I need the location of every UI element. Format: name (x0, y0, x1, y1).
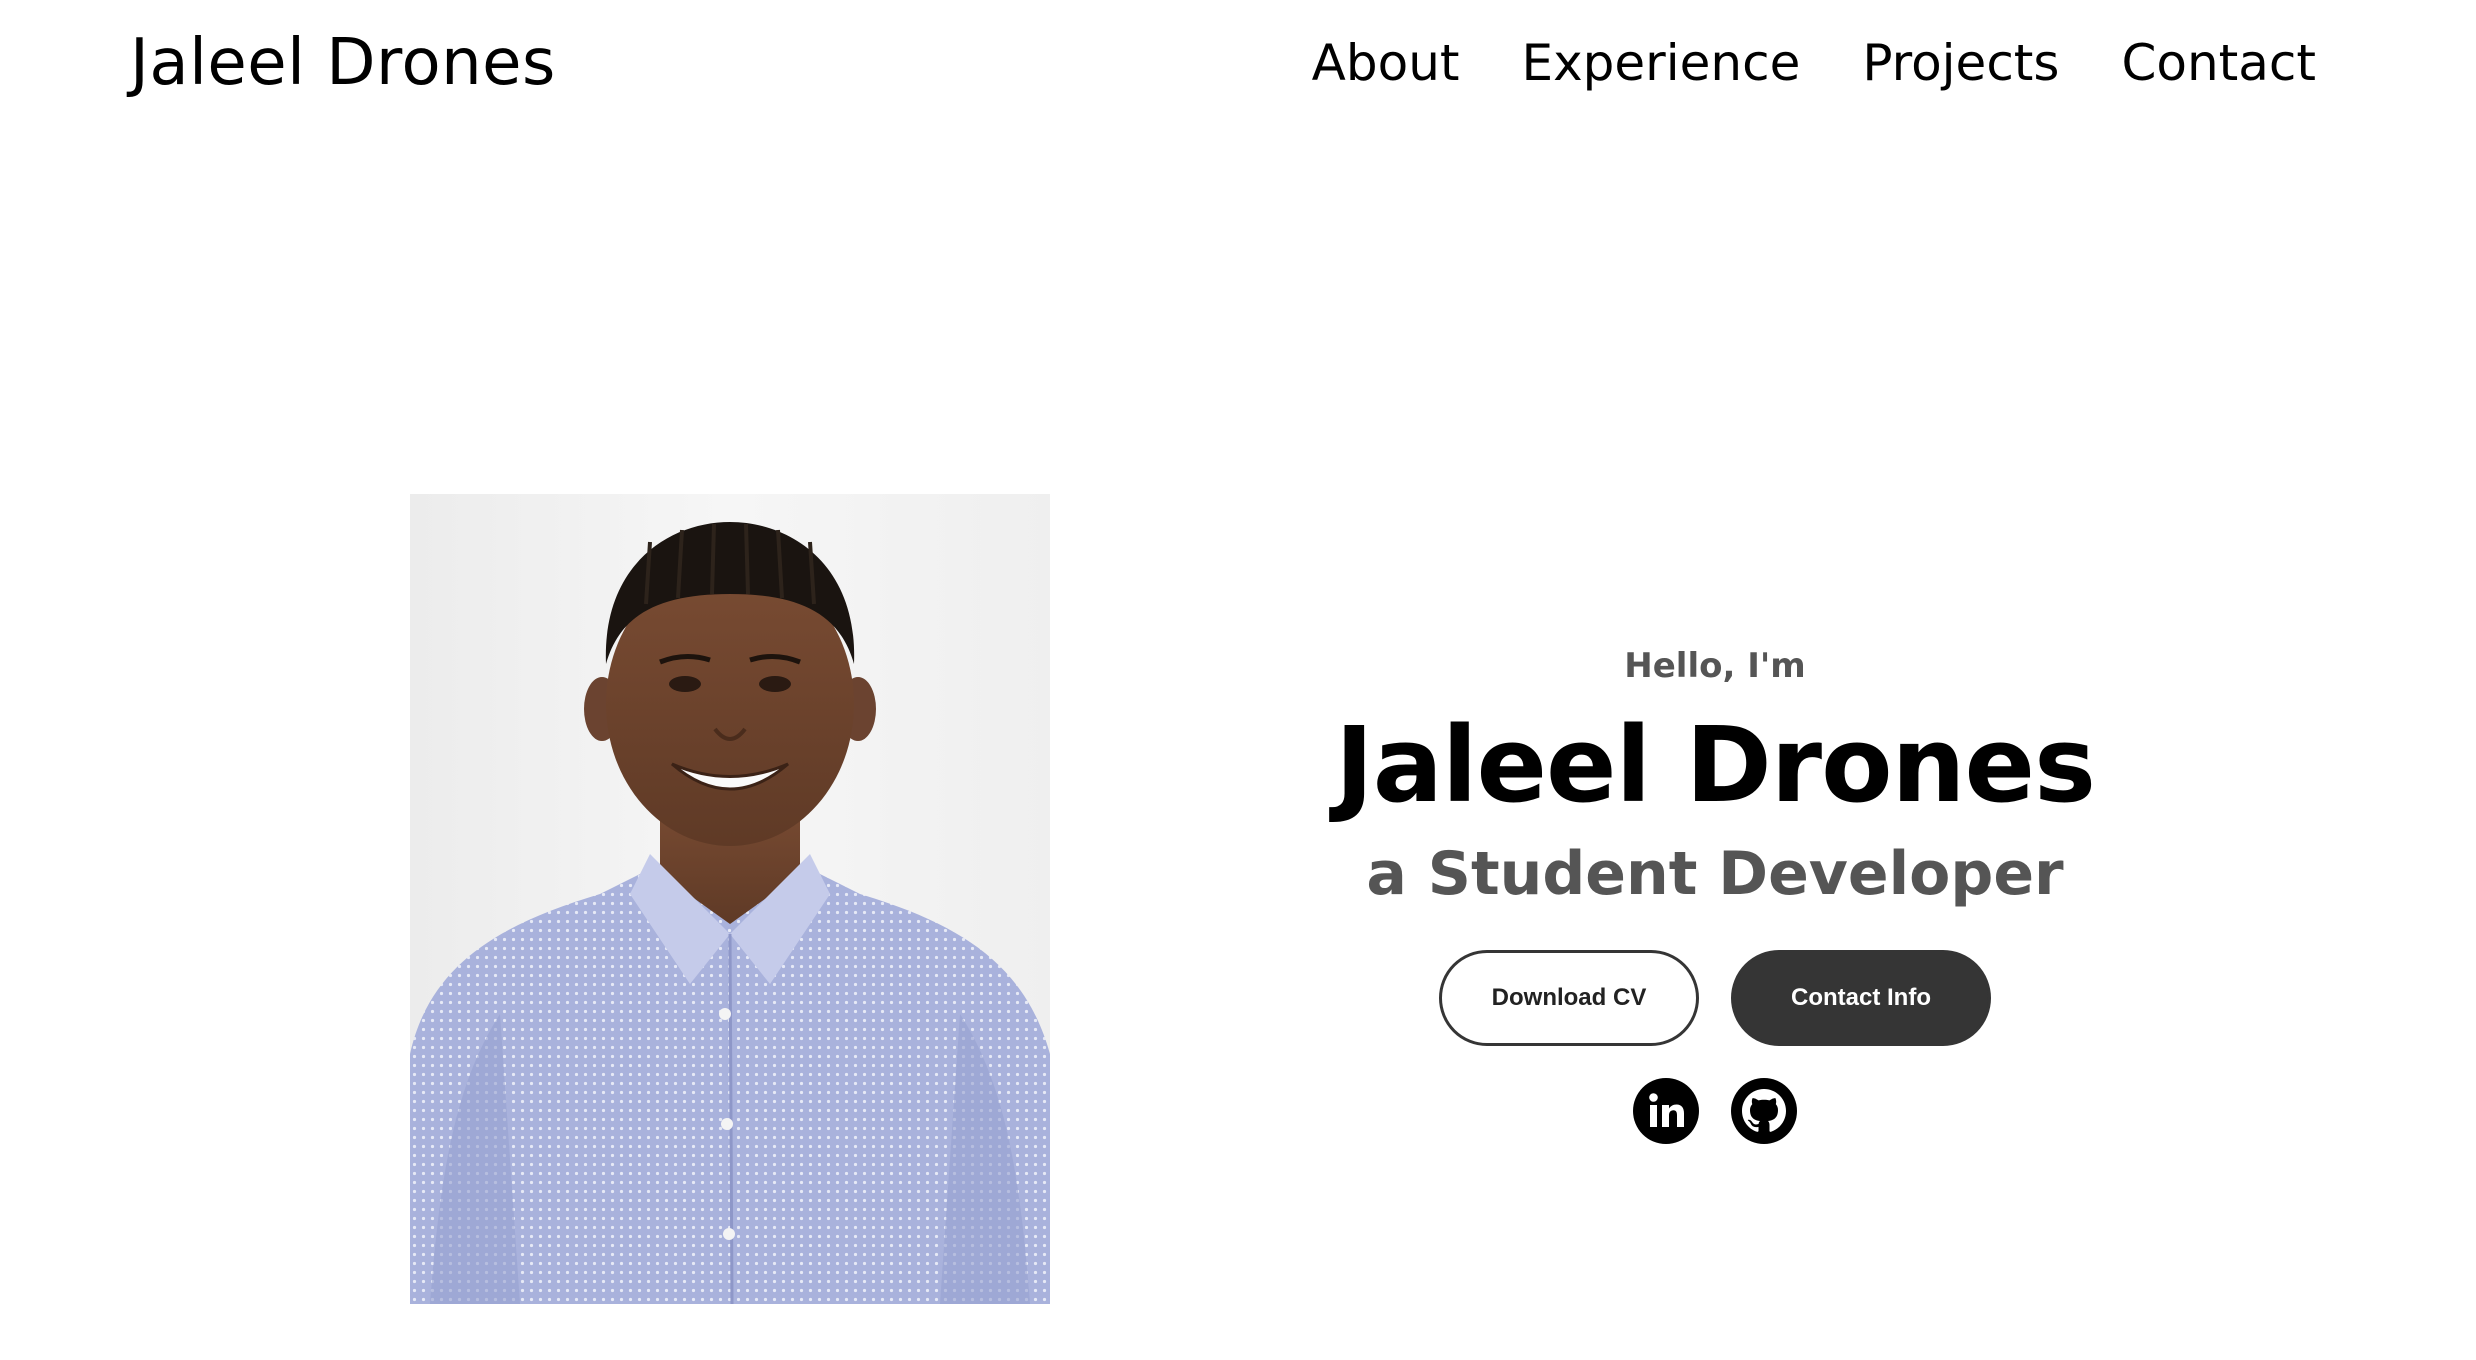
nav-link-about[interactable]: About (1312, 34, 1460, 92)
hero-buttons: Download CV Contact Info (1220, 950, 2210, 1046)
github-icon-graphic (1731, 1078, 1797, 1144)
nav-item-projects: Projects (1862, 34, 2059, 92)
linkedin-icon-graphic (1633, 1078, 1699, 1144)
nav-link-projects[interactable]: Projects (1862, 34, 2059, 92)
nav-item-about: About (1312, 34, 1460, 92)
profile-photo (410, 494, 1050, 1304)
nav-item-experience: Experience (1522, 34, 1801, 92)
profile-photo-illustration (410, 494, 1050, 1304)
nav-link-contact[interactable]: Contact (2121, 34, 2316, 92)
nav-item-contact: Contact (2121, 34, 2316, 92)
site-logo[interactable]: Jaleel Drones (130, 26, 556, 100)
nav-links: About Experience Projects Contact (1312, 34, 2316, 92)
github-icon[interactable] (1731, 1078, 1797, 1144)
top-nav: Jaleel Drones About Experience Projects … (0, 0, 2476, 140)
contact-info-button[interactable]: Contact Info (1731, 950, 1991, 1046)
hero-subtitle: a Student Developer (1366, 839, 2064, 909)
hero-greeting: Hello, I'm (1624, 646, 1806, 686)
nav-link-experience[interactable]: Experience (1522, 34, 1801, 92)
social-links (1220, 1078, 2210, 1144)
hero-name: Jaleel Drones (1335, 704, 2096, 826)
linkedin-icon[interactable] (1633, 1078, 1699, 1144)
download-cv-button[interactable]: Download CV (1439, 950, 1699, 1046)
hero-text: Hello, I'm Jaleel Drones a Student Devel… (1220, 640, 2210, 1144)
